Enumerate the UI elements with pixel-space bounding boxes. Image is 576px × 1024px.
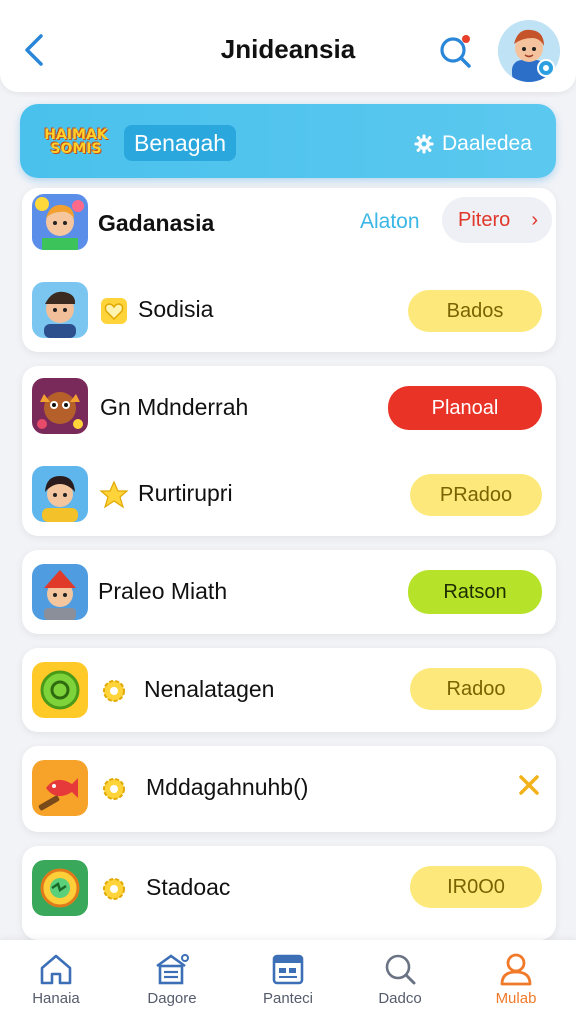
game-logo: HAIMAK SOMIS (44, 127, 108, 157)
gear-badge-icon (98, 773, 130, 805)
game-card: Gn Mdnderrah Planoal Rurtirupri PRadoo (22, 366, 556, 536)
heart-badge-icon (98, 295, 130, 327)
store-icon (156, 954, 189, 985)
gear-badge-icon (98, 675, 130, 707)
action-button[interactable]: PRadoo (410, 474, 542, 516)
game-card: Mddagahnuhb() (22, 746, 556, 832)
nav-label: Dadco (378, 990, 422, 1007)
search-button[interactable] (436, 32, 476, 72)
search-icon (440, 35, 471, 68)
game-title: Rurtirupri (138, 480, 233, 506)
action-button[interactable]: IR0O0 (410, 866, 542, 908)
nav-label: Hanaia (32, 990, 80, 1007)
chevron-right-icon: › (531, 209, 538, 231)
secondary-link[interactable]: Alaton (360, 210, 420, 234)
gear-badge-icon (98, 873, 130, 905)
close-button[interactable] (514, 770, 544, 800)
compass-game-icon (32, 860, 88, 916)
game-title: Mddagahnuhb() (146, 774, 309, 800)
game-title: Nenalatagen (144, 676, 275, 702)
game-card: Gadanasia Alaton Pitero › Sodisia Bados (22, 188, 556, 352)
bottom-navigation: Hanaia Dagore Panteci Dadco Mulab (0, 940, 576, 1024)
nav-label: Dagore (147, 990, 197, 1007)
boy-portrait-icon (32, 282, 88, 338)
calendar-icon (272, 954, 304, 985)
game-title: Sodisia (138, 296, 214, 322)
top-app-bar: Jnideansia (0, 0, 576, 92)
girl-portrait-icon (32, 466, 88, 522)
game-card: Praleo Miath Ratson (22, 550, 556, 634)
banner-tag-button[interactable]: Benagah (124, 125, 237, 161)
star-badge-icon (98, 479, 130, 511)
avatar-character-icon (498, 20, 560, 82)
nav-label: Panteci (262, 990, 314, 1007)
action-button[interactable]: Ratson (408, 570, 542, 614)
list-item[interactable]: Mddagahnuhb() (22, 746, 556, 830)
nav-item-search[interactable]: Dadco (352, 950, 448, 1020)
list-item[interactable]: Nenalatagen Radoo (22, 648, 556, 732)
knight-character-icon (32, 564, 88, 620)
game-title: Stadoac (146, 874, 231, 900)
nav-item-home[interactable]: Hanaia (8, 950, 104, 1020)
play-chip[interactable]: Pitero › (442, 197, 552, 243)
list-item[interactable]: Gn Mdnderrah Planoal (22, 366, 556, 450)
boy-with-flowers-icon (32, 194, 88, 250)
nav-item-calendar[interactable]: Panteci (240, 950, 336, 1020)
list-item[interactable]: Rurtirupri PRadoo (22, 452, 556, 536)
page-title: Jnideansia (220, 34, 356, 64)
banner-action-label: Daaledea (442, 132, 532, 155)
play-chip-label: Pitero (458, 209, 511, 231)
game-title: Gn Mdnderrah (100, 394, 249, 420)
monster-character-icon (32, 378, 88, 434)
list-item[interactable]: Gadanasia Alaton Pitero › (22, 188, 556, 272)
fish-hammer-icon (32, 760, 88, 816)
nav-item-profile[interactable]: Mulab (468, 950, 564, 1020)
search-icon (385, 954, 416, 985)
avatar[interactable] (498, 20, 560, 82)
game-title: Gadanasia (98, 210, 215, 236)
list-item[interactable]: Stadoac IR0O0 (22, 846, 556, 930)
nav-label: Mulab (495, 990, 537, 1007)
action-button[interactable]: Radoo (410, 668, 542, 710)
nav-item-store[interactable]: Dagore (124, 950, 220, 1020)
game-title: Praleo Miath (98, 578, 228, 604)
game-card: Nenalatagen Radoo (22, 648, 556, 732)
green-coin-icon (32, 662, 88, 718)
banner-action-button[interactable]: Daaledea (414, 128, 532, 160)
list-item[interactable]: Praleo Miath Ratson (22, 550, 556, 634)
action-button[interactable]: Planoal (388, 386, 542, 430)
profile-icon (500, 953, 532, 986)
action-button[interactable]: Bados (408, 290, 542, 332)
close-icon (519, 775, 539, 795)
promo-banner[interactable]: HAIMAK SOMIS Benagah Daaledea (20, 104, 556, 178)
home-icon (40, 954, 72, 985)
gear-icon (414, 134, 434, 154)
game-card: Stadoac IR0O0 (22, 846, 556, 940)
list-item[interactable]: Sodisia Bados (22, 268, 556, 352)
